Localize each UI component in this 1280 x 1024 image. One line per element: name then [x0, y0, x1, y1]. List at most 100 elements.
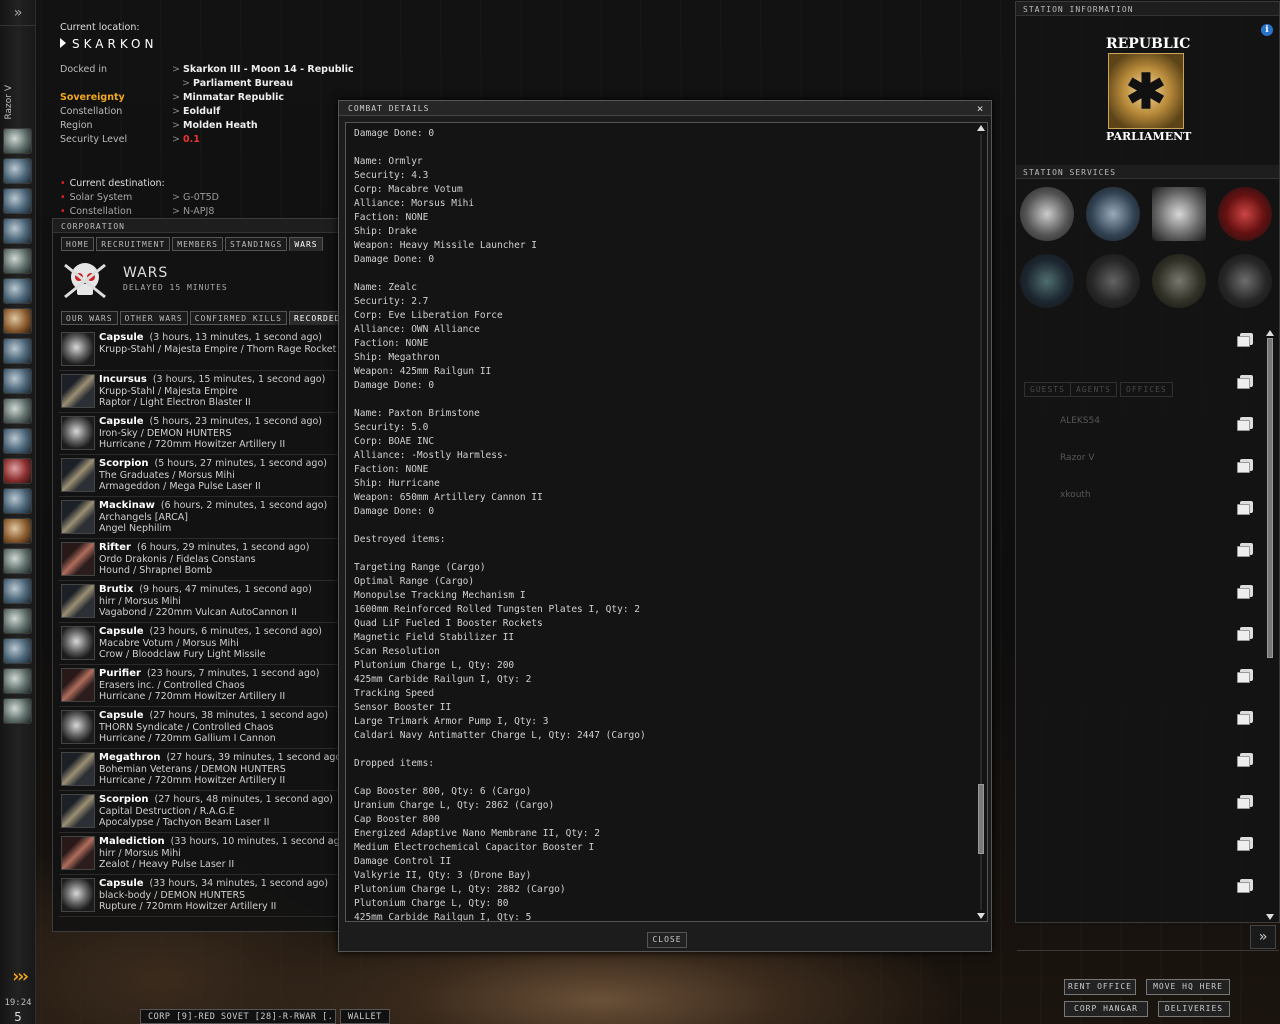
audio-icon[interactable]	[3, 548, 32, 574]
ship-icon[interactable]	[61, 794, 95, 828]
close-icon[interactable]: ×	[974, 103, 986, 115]
wallet-tab[interactable]: WALLET	[340, 1009, 390, 1024]
kill-ship-name[interactable]: Brutix	[99, 584, 133, 595]
kill-row[interactable]: Capsule (27 hours, 38 minutes, 1 second a…	[59, 707, 341, 749]
tab-other-wars[interactable]: OTHER WARS	[119, 311, 188, 325]
chat-tab[interactable]: CORP [9]-RED SOVET [28]-R-RWAR [...	[140, 1009, 336, 1024]
docked-in-value-2[interactable]: Parliament Bureau	[172, 77, 293, 91]
tab-standings[interactable]: STANDINGS	[224, 237, 288, 251]
kill-ship-name[interactable]: Mackinaw	[99, 500, 155, 511]
scroll-up-icon[interactable]	[1266, 330, 1274, 336]
kill-row[interactable]: Capsule (33 hours, 34 minutes, 1 second a…	[59, 875, 341, 917]
kill-ship-name[interactable]: Capsule	[99, 710, 144, 721]
kill-ship-name[interactable]: Megathron	[99, 752, 160, 763]
docked-in-value[interactable]: Skarkon III - Moon 14 - Republic	[172, 63, 354, 77]
kill-ship-name[interactable]: Incursus	[99, 374, 147, 385]
rent-office-button[interactable]: RENT OFFICE	[1064, 979, 1136, 995]
dest-system-value[interactable]: G-0T5D	[172, 191, 219, 205]
region-value[interactable]: Molden Heath	[172, 119, 258, 133]
station-info-header[interactable]: STATION INFORMATION	[1016, 2, 1279, 16]
mail-note-icon[interactable]	[1237, 459, 1253, 473]
kill-row[interactable]: Capsule (3 hours, 13 minutes, 1 second ag…	[59, 329, 341, 371]
capsule-icon[interactable]	[61, 416, 95, 450]
mail-note-icon[interactable]	[1237, 375, 1253, 389]
ship-icon[interactable]	[61, 542, 95, 576]
kill-ship-name[interactable]: Capsule	[99, 332, 144, 343]
mail-note-icon[interactable]	[1237, 795, 1253, 809]
mail-icon[interactable]	[3, 188, 32, 214]
capsule-icon[interactable]	[61, 878, 95, 912]
info-icon[interactable]: i	[1261, 24, 1273, 36]
mail-note-icon[interactable]	[1237, 333, 1253, 347]
kill-ship-name[interactable]: Capsule	[99, 416, 144, 427]
agents-service-icon[interactable]	[1020, 187, 1074, 241]
mail-note-icon[interactable]	[1237, 669, 1253, 683]
recycle-service-icon[interactable]	[1152, 254, 1206, 308]
mail-note-icon[interactable]	[1237, 417, 1253, 431]
fitting-service-icon[interactable]	[1020, 254, 1074, 308]
capsule-icon[interactable]	[61, 626, 95, 660]
sovereignty-value[interactable]: Minmatar Republic	[172, 91, 284, 105]
move-hq-button[interactable]: MOVE HQ HERE	[1146, 979, 1230, 995]
tab-confirmed-kills[interactable]: CONFIRMED KILLS	[189, 311, 287, 325]
assets-icon[interactable]	[3, 398, 32, 424]
kill-row[interactable]: Purifier (23 hours, 7 minutes, 1 second a…	[59, 665, 341, 707]
market-icon[interactable]	[3, 458, 32, 484]
character-name[interactable]: Razor V	[4, 85, 14, 120]
close-button[interactable]: CLOSE	[647, 932, 687, 948]
factory-service-icon[interactable]	[1218, 254, 1272, 308]
deliveries-button[interactable]: DELIVERIES	[1158, 1001, 1230, 1017]
journal-icon[interactable]	[3, 308, 32, 334]
tab-members[interactable]: MEMBERS	[172, 237, 223, 251]
corporation-icon[interactable]	[3, 248, 32, 274]
tab-recruitment[interactable]: RECRUITMENT	[96, 237, 171, 251]
guest-name[interactable]: Razor V	[1060, 453, 1095, 463]
mail-note-icon[interactable]	[1237, 711, 1253, 725]
kill-row[interactable]: Megathron (27 hours, 39 minutes, 1 second…	[59, 749, 341, 791]
mail-note-icon[interactable]	[1237, 585, 1253, 599]
repair-service-icon[interactable]	[1086, 187, 1140, 241]
combat-log-scrollbar[interactable]	[977, 125, 985, 919]
kill-ship-name[interactable]: Rifter	[99, 542, 131, 553]
kill-ship-name[interactable]: Malediction	[99, 836, 165, 847]
fleet-icon[interactable]	[3, 278, 32, 304]
ship-icon[interactable]	[3, 668, 32, 694]
kill-ship-name[interactable]: Scorpion	[99, 794, 149, 805]
notepad-icon[interactable]	[3, 518, 32, 544]
dialog-title[interactable]: COMBAT DETAILS	[339, 101, 991, 116]
tab-home[interactable]: HOME	[61, 237, 95, 251]
current-system[interactable]: SKARKON	[60, 37, 390, 51]
tab-guests[interactable]: GUESTS	[1024, 382, 1071, 397]
station-services-header[interactable]: STATION SERVICES	[1016, 165, 1279, 179]
ship-icon[interactable]	[61, 668, 95, 702]
mail-note-icon[interactable]	[1237, 543, 1253, 557]
scroll-down-icon[interactable]	[1266, 914, 1274, 920]
science-icon[interactable]	[3, 488, 32, 514]
medical-service-icon[interactable]	[1218, 187, 1272, 241]
expand-panel-icon[interactable]: »	[1250, 925, 1276, 949]
tab-wars[interactable]: WARS	[289, 237, 323, 251]
ship-icon[interactable]	[61, 836, 95, 870]
kill-row[interactable]: Scorpion (27 hours, 48 minutes, 1 second …	[59, 791, 341, 833]
skills-icon[interactable]	[3, 428, 32, 454]
kill-row[interactable]: Malediction (33 hours, 10 minutes, 1 seco…	[59, 833, 341, 875]
character-sheet-icon[interactable]	[3, 128, 32, 154]
ship-icon[interactable]	[61, 752, 95, 786]
map-icon[interactable]	[3, 338, 32, 364]
scroll-down-icon[interactable]	[977, 913, 985, 919]
ship-icon[interactable]	[61, 500, 95, 534]
kill-row[interactable]: Rifter (6 hours, 29 minutes, 1 second ago…	[59, 539, 341, 581]
tab-recorded[interactable]: RECORDED	[288, 311, 346, 325]
people-places-icon[interactable]	[3, 158, 32, 184]
mail-note-icon[interactable]	[1237, 879, 1253, 893]
help-icon[interactable]	[3, 638, 32, 664]
tab-our-wars[interactable]: OUR WARS	[61, 311, 118, 325]
corporation-header[interactable]: CORPORATION	[53, 219, 347, 233]
capsule-icon[interactable]	[61, 332, 95, 366]
mail-note-icon[interactable]	[1237, 627, 1253, 641]
kill-ship-name[interactable]: Scorpion	[99, 458, 149, 469]
channels-icon[interactable]	[3, 218, 32, 244]
market-service-icon[interactable]	[1086, 254, 1140, 308]
drones-icon[interactable]	[3, 698, 32, 724]
guest-name[interactable]: xkouth	[1060, 490, 1091, 500]
